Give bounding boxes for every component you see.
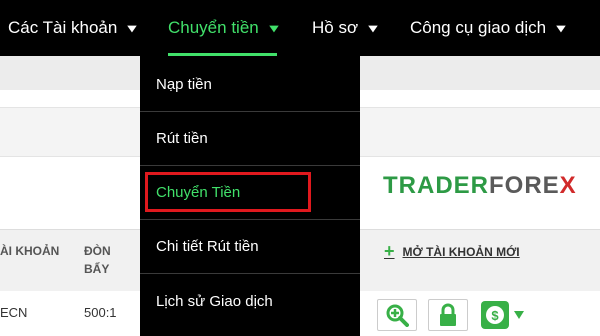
money-transfer-button[interactable]: $ <box>479 299 527 331</box>
chevron-down-icon: ▾ <box>269 21 278 35</box>
nav-item-trading-tools[interactable]: Công cụ giao dịch ▾ <box>410 0 566 56</box>
lock-button[interactable] <box>428 299 468 331</box>
top-navigation-bar: Các Tài khoản ▾ Chuyển tiền ▾ Hồ sơ ▾ Cô… <box>0 0 600 56</box>
logo-text-x: X <box>559 172 577 199</box>
nav-item-profile[interactable]: Hồ sơ ▾ <box>312 0 378 56</box>
nav-item-accounts[interactable]: Các Tài khoản ▾ <box>8 0 137 56</box>
open-new-account-link[interactable]: + MỞ TÀI KHOẢN MỚI <box>384 241 520 262</box>
logo-text-trader: TRADER <box>383 172 489 199</box>
nav-item-label: Chuyển tiền <box>168 18 259 37</box>
lock-icon <box>440 303 456 326</box>
nav-item-label: Hồ sơ <box>312 18 359 37</box>
menu-item-withdrawal-details[interactable]: Chi tiết Rút tiền <box>140 220 360 274</box>
leverage-cell: 500:1 <box>84 305 117 320</box>
menu-item-deposit[interactable]: Nạp tiền <box>140 58 360 112</box>
menu-item-withdraw[interactable]: Rút tiền <box>140 112 360 166</box>
nav-item-label: Công cụ giao dịch <box>410 18 547 37</box>
zoom-in-button[interactable] <box>377 299 417 331</box>
plus-icon: + <box>384 241 395 261</box>
money-transfer-icon: $ <box>481 301 524 329</box>
menu-item-internal-transfer[interactable]: Chuyển Tiền <box>140 166 360 220</box>
account-type-cell: ECN <box>0 305 28 320</box>
traderforex-logo: TRADERFOREX <box>383 172 577 200</box>
logo-text-fore: FORE <box>489 172 560 199</box>
nav-item-transfer[interactable]: Chuyển tiền ▾ <box>168 0 278 56</box>
zoom-in-icon <box>386 304 409 327</box>
transfer-dropdown-menu: Nạp tiền Rút tiền Chuyển Tiền Chi tiết R… <box>140 56 360 336</box>
column-header-leverage: ĐÒN BẨY <box>84 244 111 276</box>
menu-item-transaction-history[interactable]: Lịch sử Giao dịch <box>140 274 360 328</box>
open-new-account-label: MỞ TÀI KHOẢN MỚI <box>402 244 520 259</box>
chevron-down-icon: ▾ <box>128 21 137 35</box>
svg-text:$: $ <box>491 308 499 323</box>
chevron-down-icon: ▾ <box>556 21 566 35</box>
chevron-down-icon: ▾ <box>368 21 378 35</box>
nav-item-label: Các Tài khoản <box>8 18 118 37</box>
column-header-account: ÀI KHOẢN <box>0 244 60 258</box>
